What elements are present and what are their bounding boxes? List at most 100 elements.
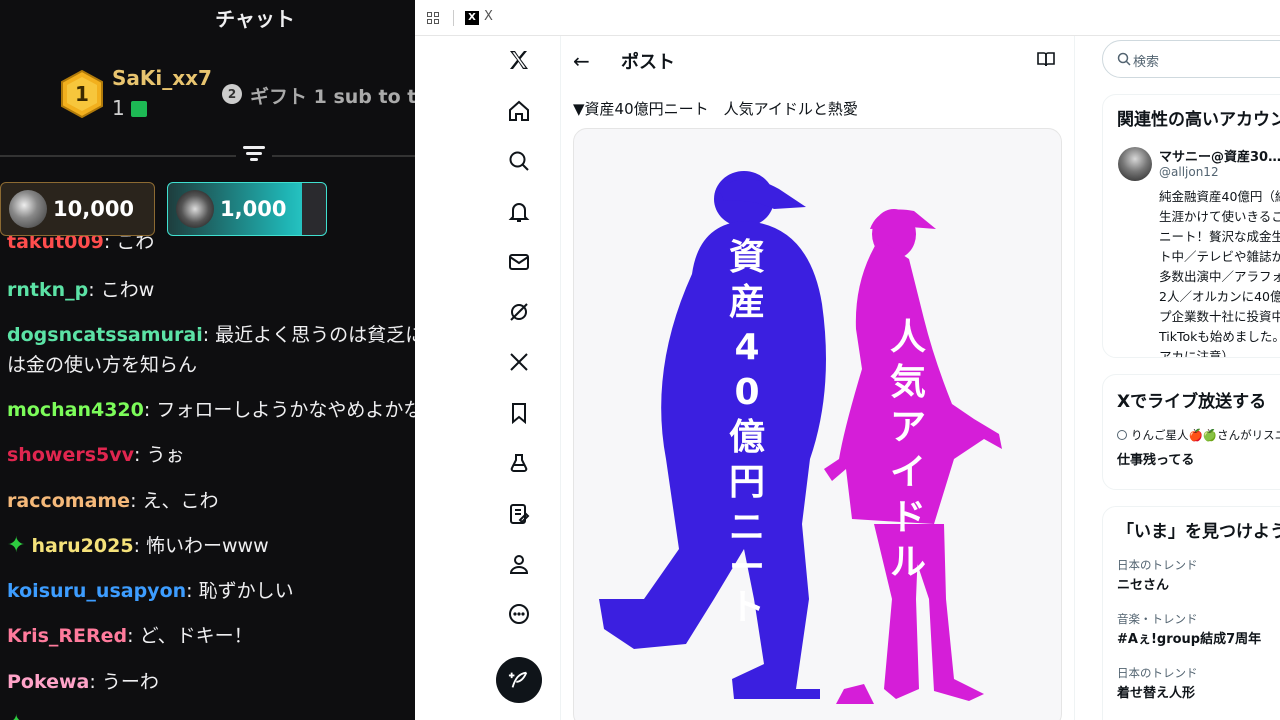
bits-avatar: [176, 190, 214, 228]
svg-text:0: 0: [734, 372, 759, 413]
image-label-left-1: 資: [729, 237, 765, 278]
chat-username[interactable]: takut009: [7, 236, 104, 253]
chat-username[interactable]: haru2025: [31, 535, 133, 557]
home-icon[interactable]: [495, 91, 543, 131]
bookmarks-icon[interactable]: [495, 393, 543, 433]
chat-message: mochan4320: フォローしようかなやめよかな: [7, 396, 415, 424]
explore-icon[interactable]: [495, 141, 543, 181]
messages-icon[interactable]: [495, 242, 543, 282]
lists-icon[interactable]: [495, 494, 543, 534]
sparkle-badge-icon: ✦: [7, 710, 25, 720]
post-column: ← ポスト ▼資産40億円ニート 人気アイドルと熱愛 資 産 4 0 億 円 ニ…: [560, 36, 1075, 720]
chat-title: チャット: [215, 7, 295, 31]
chat-message: raccomame: え、こわ: [7, 487, 219, 515]
chat-text: は金の使い方を知らん: [7, 354, 198, 376]
svg-text:円: 円: [729, 462, 765, 503]
chat-message-continued: は金の使い方を知らん: [7, 351, 197, 379]
tab-grid-icon[interactable]: [427, 12, 439, 24]
bits-leader-2[interactable]: 1,000: [167, 182, 327, 236]
search-input[interactable]: 検索: [1102, 40, 1280, 78]
chat-username[interactable]: rntkn_p: [7, 279, 88, 301]
trend-category: 音楽・トレンド: [1117, 612, 1198, 626]
reader-mode-icon[interactable]: [1037, 51, 1055, 67]
chat-message: Kris_RERed: ど、ドキー！: [7, 622, 253, 650]
svg-text:ー: ー: [729, 547, 765, 588]
account-name[interactable]: マサニー@資産30…: [1159, 146, 1280, 165]
chat-username[interactable]: Pokewa: [7, 671, 89, 693]
chat-text: : 怖いわーwww: [133, 535, 269, 557]
leaderboard-divider: [0, 155, 415, 157]
x-favicon-icon: X: [465, 11, 479, 25]
avatar[interactable]: [1118, 147, 1152, 181]
more-icon[interactable]: [495, 594, 543, 634]
chat-text: : フォローしようかなやめよかな: [143, 399, 415, 421]
bits-avatar: [9, 190, 47, 228]
chat-username[interactable]: Kris_RERed: [7, 625, 127, 647]
rank-2-badge: 2: [222, 84, 242, 104]
chat-panel: チャット 1 SaKi_xx7 1 2 ギフト 1 sub to take 10…: [0, 0, 415, 720]
browser-window: X X ← ポスト ▼資産40億円ニート 人気アイドルと熱愛 資 産 4 0 億…: [415, 0, 1280, 720]
search-icon: [1117, 52, 1131, 66]
chat-messages: takut009: こわ rntkn_p: こわw dogsncatssamur…: [0, 236, 415, 720]
post-text: ▼資産40億円ニート 人気アイドルと熱愛: [573, 100, 858, 118]
chat-message-partial: ✦: [7, 710, 31, 720]
premium-x-icon[interactable]: [495, 342, 543, 382]
image-label-right: 人: [890, 317, 926, 358]
trend-item[interactable]: 着せ替え人形: [1117, 682, 1195, 701]
live-indicator-icon: [1117, 430, 1127, 440]
trends-title: 「いま」を見つけよう: [1117, 522, 1280, 542]
trend-item[interactable]: ニセさん: [1117, 574, 1169, 593]
grok-icon[interactable]: [495, 292, 543, 332]
tab-title[interactable]: X: [484, 9, 493, 24]
chat-text: : え、こわ: [130, 490, 219, 512]
chat-message: showers5vv: うぉ: [7, 441, 184, 469]
account-handle: @alljon12: [1159, 165, 1219, 179]
collapse-icon[interactable]: [236, 144, 272, 170]
svg-text:ト: ト: [729, 587, 765, 628]
related-accounts-card: 関連性の高いアカウント マサニー@資産30… @alljon12 純金融資産40…: [1102, 94, 1280, 358]
silhouette-illustration: 資 産 4 0 億 円 ニ ー ト 人 気 ア イ ド ル: [599, 171, 1002, 704]
live-host[interactable]: りんご星人🍎🍏さんがリスニ: [1117, 427, 1280, 443]
live-card: Xでライブ放送する りんご星人🍎🍏さんがリスニ 仕事残ってる: [1102, 374, 1280, 490]
compose-post-button[interactable]: [496, 657, 542, 703]
gold-medal-icon: 1: [61, 70, 103, 118]
browser-tab-bar: X X: [415, 0, 1280, 36]
live-space-title[interactable]: 仕事残ってる: [1117, 449, 1194, 468]
rank-2-gift-text: ギフト 1 sub to take: [250, 86, 415, 108]
top-gifter-count: 1: [112, 96, 147, 120]
jobs-icon[interactable]: [495, 443, 543, 483]
chat-text: : こわw: [88, 279, 155, 301]
back-arrow-icon[interactable]: ←: [573, 49, 590, 73]
svg-text:億: 億: [729, 417, 765, 458]
svg-text:ド: ド: [890, 497, 926, 538]
svg-text:産: 産: [729, 282, 765, 323]
chat-username[interactable]: koisuru_usapyon: [7, 580, 186, 602]
bits-bar-end: [302, 183, 326, 235]
chat-username[interactable]: dogsncatssamurai: [7, 324, 203, 346]
svg-text:ア: ア: [890, 407, 926, 448]
page-title: ポスト: [621, 52, 675, 73]
chat-message: rntkn_p: こわw: [7, 276, 154, 304]
x-sidebar-nav: [495, 36, 543, 720]
chat-message: koisuru_usapyon: 恥ずかしい: [7, 577, 294, 605]
svg-text:ル: ル: [890, 542, 926, 583]
profile-icon[interactable]: [495, 544, 543, 584]
bits-leader-1[interactable]: 10,000: [0, 182, 155, 236]
chat-text: : ど、ドキー！: [127, 625, 253, 647]
chat-text: : こわ: [103, 236, 155, 253]
trend-category: 日本のトレンド: [1117, 666, 1198, 680]
post-image[interactable]: 資 産 4 0 億 円 ニ ー ト 人 気 ア イ ド ル: [573, 128, 1062, 720]
x-logo-icon[interactable]: [495, 40, 543, 80]
chat-username[interactable]: showers5vv: [7, 444, 134, 466]
svg-text:4: 4: [734, 327, 759, 368]
chat-username[interactable]: mochan4320: [7, 399, 144, 421]
trend-item[interactable]: #Aぇ!group結成7周年: [1117, 628, 1261, 647]
screen: チャット 1 SaKi_xx7 1 2 ギフト 1 sub to take 10…: [0, 0, 1280, 720]
chat-message: dogsncatssamurai: 最近よく思うのは貧乏に: [7, 321, 415, 349]
trends-card: 「いま」を見つけよう 日本のトレンド ニセさん 音楽・トレンド #Aぇ!grou…: [1102, 506, 1280, 720]
notifications-icon[interactable]: [495, 192, 543, 232]
search-placeholder: 検索: [1133, 55, 1160, 70]
chat-username[interactable]: raccomame: [7, 490, 130, 512]
account-bio: 純金融資産40億円（総 生涯かけて使いきるこ ニート！贅沢な成金生 ト中／テレビ…: [1159, 189, 1280, 358]
gift-icon: [130, 101, 147, 117]
